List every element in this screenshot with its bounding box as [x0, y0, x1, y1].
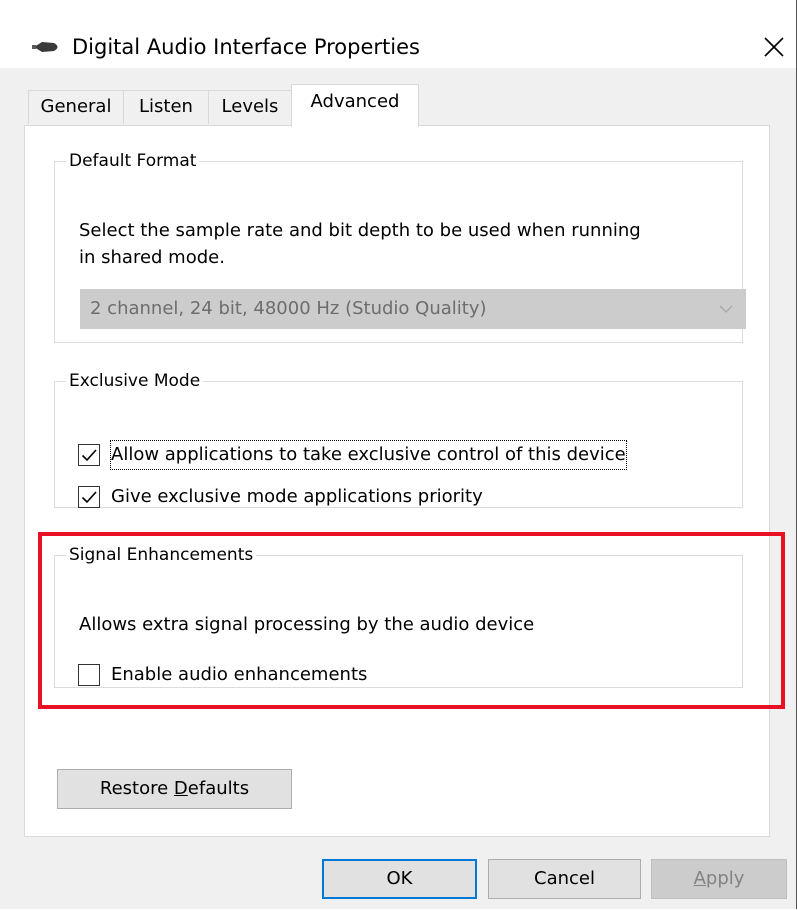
- tab-advanced[interactable]: Advanced: [291, 84, 419, 127]
- properties-dialog: Digital Audio Interface Properties Gener…: [0, 0, 797, 909]
- close-icon[interactable]: [754, 27, 794, 67]
- ok-button[interactable]: OK: [322, 859, 477, 899]
- signal-enhancements-group: Signal Enhancements Allows extra signal …: [54, 544, 743, 688]
- cancel-button[interactable]: Cancel: [488, 859, 641, 899]
- default-format-group: Default Format Select the sample rate an…: [54, 150, 746, 343]
- restore-defaults-text-pre: Restore: [99, 778, 174, 799]
- title-bar[interactable]: Digital Audio Interface Properties: [0, 8, 796, 68]
- tab-panel-advanced: Default Format Select the sample rate an…: [24, 125, 770, 837]
- exclusive-mode-group: Exclusive Mode Allow applications to tak…: [54, 370, 743, 508]
- enable-enhancements-checkbox[interactable]: [78, 664, 100, 686]
- signal-enhancements-desc: Allows extra signal processing by the au…: [79, 614, 535, 635]
- allow-exclusive-checkbox[interactable]: [78, 444, 100, 466]
- restore-defaults-text-post: efaults: [187, 778, 250, 799]
- default-format-desc-line1: Select the sample rate and bit depth to …: [79, 220, 641, 241]
- background-strip: [0, 0, 796, 8]
- enable-enhancements-label[interactable]: Enable audio enhancements: [111, 661, 367, 689]
- tab-listen[interactable]: Listen: [123, 90, 209, 124]
- sample-rate-dropdown[interactable]: 2 channel, 24 bit, 48000 Hz (Studio Qual…: [80, 289, 746, 329]
- signal-enhancements-legend: Signal Enhancements: [69, 545, 254, 565]
- chevron-down-icon: [719, 305, 733, 313]
- restore-defaults-button[interactable]: Restore Defaults: [57, 769, 292, 809]
- window-title: Digital Audio Interface Properties: [72, 35, 420, 59]
- tab-levels[interactable]: Levels: [208, 90, 292, 124]
- allow-exclusive-label[interactable]: Allow applications to take exclusive con…: [110, 440, 627, 470]
- checkmark-icon: [81, 491, 97, 504]
- restore-defaults-mnemonic: D: [173, 778, 188, 799]
- apply-mnemonic: A: [693, 868, 706, 889]
- checkmark-icon: [81, 449, 97, 462]
- tab-general[interactable]: General: [28, 90, 124, 124]
- exclusive-priority-checkbox[interactable]: [78, 486, 100, 508]
- apply-text: pply: [705, 868, 745, 889]
- tab-strip: General Listen Levels Advanced: [28, 84, 768, 127]
- default-format-legend: Default Format: [69, 151, 197, 171]
- speaker-icon: [32, 42, 58, 52]
- apply-button[interactable]: Apply: [651, 859, 787, 899]
- sample-rate-value: 2 channel, 24 bit, 48000 Hz (Studio Qual…: [90, 298, 487, 319]
- default-format-desc-line2: in shared mode.: [79, 247, 225, 268]
- exclusive-mode-legend: Exclusive Mode: [69, 371, 201, 391]
- exclusive-priority-label[interactable]: Give exclusive mode applications priorit…: [111, 483, 483, 511]
